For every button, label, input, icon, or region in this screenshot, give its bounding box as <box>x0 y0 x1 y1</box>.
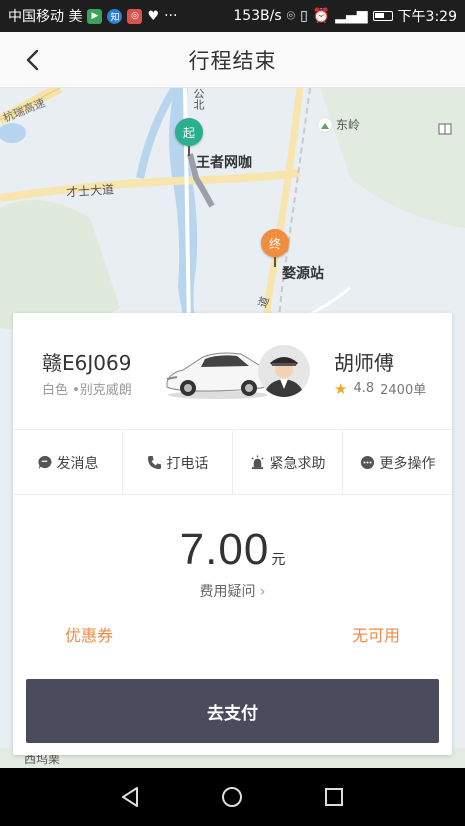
driver-rating: ★ 4.8 2400单 <box>334 379 427 399</box>
coupon-label: 优惠券 <box>65 626 114 645</box>
more-actions-button[interactable]: 更多操作 <box>343 431 452 494</box>
overflow-icon: ··· <box>164 8 178 24</box>
app-blue-icon: 知 <box>107 8 123 24</box>
status-bar: 中国移动 美 ▶ 知 ◎ ♥ ··· 153B/s ⌾ ▯ ⏰ ▂▄▆ 下午3:… <box>0 0 465 32</box>
driver-name: 胡师傅 <box>334 351 394 375</box>
start-place-label: 王者网咖 <box>196 155 252 171</box>
back-button[interactable] <box>20 46 46 74</box>
send-message-button[interactable]: 发消息 <box>13 431 123 494</box>
header-bar: 行程结束 <box>0 32 465 88</box>
fare-amount: 7.00 元 <box>13 525 452 575</box>
network-speed: 153B/s <box>233 8 282 24</box>
heart-icon: ♥ <box>147 8 160 24</box>
end-pin-icon: 终 <box>261 229 289 257</box>
alarm-clock-icon: ⏰ <box>312 8 331 24</box>
start-pin-icon: 起 <box>175 118 203 146</box>
system-nav-bar <box>0 768 465 826</box>
license-plate: 赣E6J069 <box>42 351 132 375</box>
carrier-text: 中国移动 美 <box>8 9 83 25</box>
battery-icon <box>372 11 393 21</box>
call-label: 打电话 <box>166 455 209 472</box>
action-bar: 发消息 打电话 紧急求助 更多操作 <box>13 431 452 495</box>
trip-summary-card: 赣E6J069 白色 •别克威朗 胡师傅 ★ 4.8 2400单 发消息 打电话… <box>13 313 452 755</box>
app-red-icon: ◎ <box>127 8 143 24</box>
more-actions-label: 更多操作 <box>379 455 436 472</box>
emergency-label: 紧急求助 <box>269 455 326 472</box>
end-place-label: 婺源站 <box>282 266 324 282</box>
order-count: 2400单 <box>380 383 427 398</box>
mountain-icon <box>318 117 332 132</box>
chevron-right-icon: › <box>259 584 266 600</box>
end-pin-stem <box>274 257 276 267</box>
car-image <box>166 352 270 399</box>
send-message-label: 发消息 <box>56 455 99 472</box>
page-title: 行程结束 <box>188 48 277 73</box>
coupon-value[interactable]: 无可用 <box>352 622 400 646</box>
end-marker[interactable]: 终 <box>261 229 289 267</box>
fare-value: 7.00 <box>179 525 270 574</box>
start-marker[interactable]: 起 <box>175 118 203 156</box>
phone-icon <box>147 455 161 470</box>
coupon-row[interactable]: 优惠券 无可用 <box>13 618 452 648</box>
chevron-left-icon <box>26 49 39 71</box>
car-description: 白色 •别克威朗 <box>42 383 132 398</box>
call-button[interactable]: 打电话 <box>123 431 233 494</box>
book-icon <box>438 120 452 139</box>
poi-dongling: 东岭 <box>318 116 360 133</box>
fare-unit: 元 <box>271 552 286 568</box>
nav-home-icon[interactable] <box>219 784 245 810</box>
emergency-button[interactable]: 紧急求助 <box>233 431 343 494</box>
fee-question-label: 费用疑问 <box>199 584 256 600</box>
driver-avatar-image <box>258 345 310 397</box>
more-icon <box>360 455 374 470</box>
map-label-caishi: 才士大道 <box>65 182 115 200</box>
message-icon <box>37 455 51 470</box>
star-icon: ★ <box>334 379 348 398</box>
start-pin-stem <box>188 146 190 156</box>
clock-time: 下午3:29 <box>397 9 457 25</box>
app-green-icon: ▶ <box>87 8 103 24</box>
vibrate-icon: ▯ <box>300 8 308 24</box>
map-label-river: 公北 <box>192 88 205 110</box>
pay-button[interactable]: 去支付 <box>26 679 439 743</box>
location-icon: ⌾ <box>286 8 296 24</box>
fee-question-link[interactable]: 费用疑问 › <box>13 581 452 601</box>
signal-icon: ▂▄▆ <box>335 8 368 24</box>
rating-value: 4.8 <box>353 381 375 396</box>
driver-avatar[interactable] <box>258 345 310 397</box>
nav-recents-icon[interactable] <box>321 784 347 810</box>
nav-back-icon[interactable] <box>118 784 144 810</box>
driver-info: 赣E6J069 白色 •别克威朗 胡师傅 ★ 4.8 2400单 <box>13 313 452 430</box>
alarm-icon <box>250 455 264 470</box>
poi-dongling-label: 东岭 <box>336 118 361 132</box>
